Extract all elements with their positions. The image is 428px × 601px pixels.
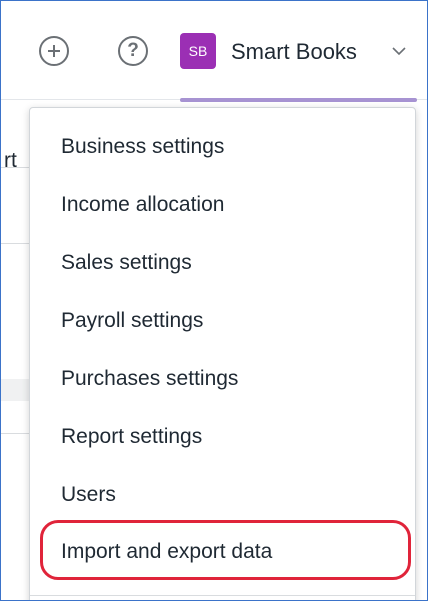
background-partial-text: rt xyxy=(4,149,17,172)
menu-item-report-settings[interactable]: Report settings xyxy=(61,425,202,449)
menu-divider xyxy=(30,595,415,596)
menu-item-import-export-data[interactable]: Import and export data xyxy=(61,540,272,564)
settings-dropdown-menu: Business settings Income allocation Sale… xyxy=(29,107,416,601)
active-menu-underline xyxy=(180,98,417,102)
business-avatar[interactable]: SB xyxy=(180,33,216,69)
menu-item-income-allocation[interactable]: Income allocation xyxy=(61,193,224,217)
menu-item-users[interactable]: Users xyxy=(61,483,116,507)
top-header-bar: ? SB Smart Books xyxy=(0,0,428,102)
avatar-initials: SB xyxy=(188,43,208,59)
help-icon[interactable]: ? xyxy=(118,36,148,66)
help-glyph: ? xyxy=(127,40,139,61)
plus-glyph xyxy=(48,45,60,57)
menu-item-sales-settings[interactable]: Sales settings xyxy=(61,251,192,275)
menu-item-payroll-settings[interactable]: Payroll settings xyxy=(61,309,203,333)
chevron-down-icon[interactable] xyxy=(392,47,406,56)
business-switcher-label[interactable]: Smart Books xyxy=(231,39,357,65)
menu-item-purchases-settings[interactable]: Purchases settings xyxy=(61,367,238,391)
menu-item-business-settings[interactable]: Business settings xyxy=(61,135,224,159)
add-icon[interactable] xyxy=(39,36,69,66)
